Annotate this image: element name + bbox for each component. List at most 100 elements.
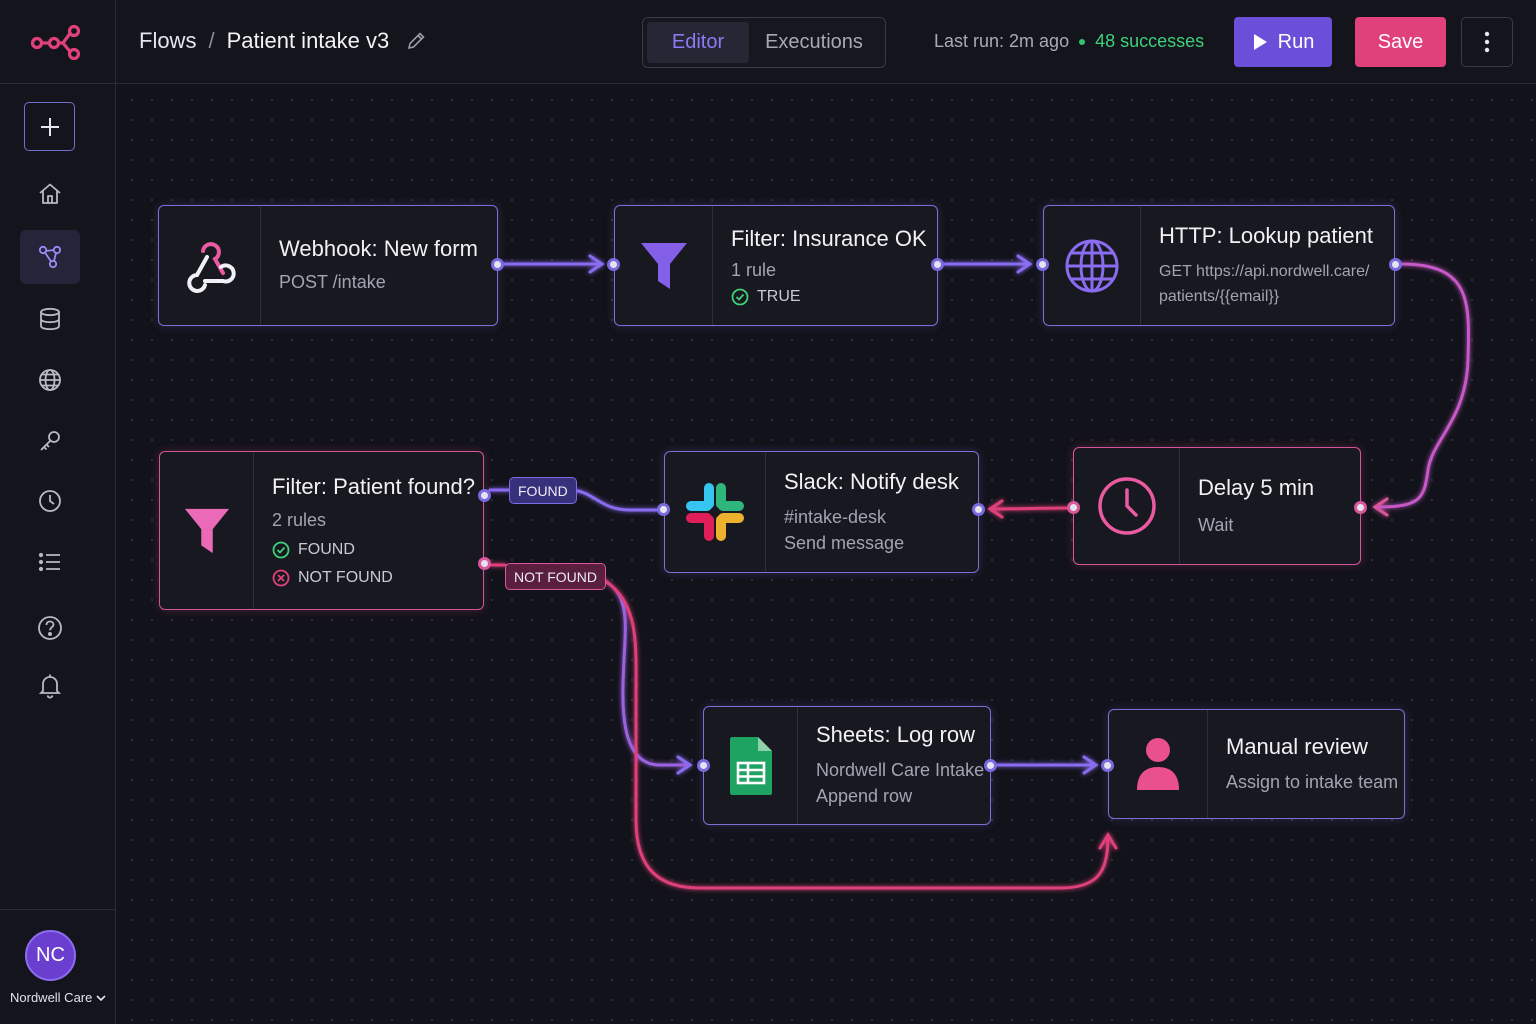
rule-label: TRUE <box>757 287 801 305</box>
node-slack-notify[interactable]: Slack: Notify desk #intake-desk Send mes… <box>664 451 979 573</box>
bell-icon <box>38 674 62 699</box>
sidebar-item-home[interactable] <box>20 167 80 221</box>
node-title: Manual review <box>1226 733 1368 759</box>
node-subtitle: Wait <box>1198 514 1234 535</box>
org-switcher[interactable]: Nordwell Care <box>10 990 106 1005</box>
node-icon-cell <box>1109 710 1208 818</box>
node-subtitle: 2 rules <box>272 510 327 530</box>
node-webhook[interactable]: Webhook: New form POST /intake <box>158 205 498 326</box>
node-title: HTTP: Lookup patient <box>1159 222 1374 248</box>
more-options-button[interactable] <box>1461 17 1513 67</box>
output-port-not-found[interactable] <box>478 557 491 570</box>
more-vertical-icon <box>1484 31 1490 53</box>
node-delay[interactable]: Delay 5 min Wait <box>1073 447 1361 565</box>
node-body: Filter: Insurance OK 1 rule TRUE <box>713 206 927 325</box>
globe-icon <box>1065 239 1119 292</box>
output-port[interactable] <box>984 759 997 772</box>
tab-editor[interactable]: Editor <box>647 22 749 63</box>
node-icon-cell <box>159 206 261 325</box>
node-channel: #intake-desk <box>784 506 887 527</box>
globe-icon <box>39 369 61 391</box>
add-node-button[interactable] <box>24 102 75 151</box>
output-port[interactable] <box>972 503 985 516</box>
avatar[interactable]: NC <box>25 930 76 981</box>
breadcrumb: Flows / Patient intake v3 <box>139 28 427 54</box>
tab-executions[interactable]: Executions <box>749 22 879 63</box>
flow-name: Patient intake v3 <box>226 28 390 53</box>
database-icon <box>40 307 60 331</box>
node-body: Slack: Notify desk #intake-desk Send mes… <box>766 452 959 572</box>
node-body: Delay 5 min Wait <box>1180 448 1314 564</box>
input-port[interactable] <box>607 258 620 271</box>
input-port[interactable] <box>697 759 710 772</box>
sidebar-item-history[interactable] <box>20 474 80 528</box>
node-body: Webhook: New form POST /intake <box>261 206 478 325</box>
run-status: Last run: 2m ago 48 successes <box>934 31 1204 52</box>
node-manual-review[interactable]: Manual review Assign to intake team <box>1108 709 1405 819</box>
node-subtitle: 1 rule <box>731 259 777 280</box>
edge-label-not-found[interactable]: NOT FOUND <box>505 563 606 590</box>
sidebar-item-notifications[interactable] <box>20 659 80 713</box>
home-icon <box>39 183 61 204</box>
successes-count: 48 successes <box>1095 31 1205 51</box>
node-sheets-log[interactable]: Sheets: Log row Nordwell Care Intake App… <box>703 706 991 825</box>
node-body: Filter: Patient found? 2 rules FOUND NOT… <box>254 452 475 609</box>
top-bar: Flows / Patient intake v3 Editor Executi… <box>0 0 1536 84</box>
edit-name-pencil-icon[interactable] <box>405 30 427 52</box>
sidebar-item-workflows[interactable] <box>20 230 80 284</box>
node-body: HTTP: Lookup patient GET https://api.nor… <box>1141 206 1373 325</box>
node-filter-insurance[interactable]: Filter: Insurance OK 1 rule TRUE <box>614 205 938 326</box>
node-title: Slack: Notify desk <box>784 468 959 494</box>
output-port[interactable] <box>1389 258 1402 271</box>
node-title: Filter: Patient found? <box>272 474 476 499</box>
webhook-icon <box>186 241 236 293</box>
app-logo[interactable] <box>0 0 116 84</box>
filter-funnel-icon <box>184 508 229 553</box>
sidebar-item-credentials[interactable] <box>20 414 80 468</box>
help-icon <box>38 616 62 640</box>
edge-label-found[interactable]: FOUND <box>509 477 577 504</box>
node-title: Webhook: New form <box>279 236 478 261</box>
node-action: Send message <box>784 532 905 553</box>
sidebar: NC Nordwell Care <box>0 84 116 1024</box>
filter-funnel-icon <box>640 242 687 289</box>
node-url-line-2: patients/{{email}} <box>1159 287 1280 305</box>
logo-icon <box>30 24 80 61</box>
save-button[interactable]: Save <box>1355 17 1446 67</box>
last-run-text: Last run: 2m ago <box>934 31 1070 51</box>
rule-found: FOUND <box>272 541 475 559</box>
chevron-down-icon <box>96 994 106 1001</box>
node-subtitle: Assign to intake team <box>1226 771 1399 792</box>
node-title: Sheets: Log row <box>816 722 975 747</box>
output-port[interactable] <box>491 258 504 271</box>
output-port-found[interactable] <box>478 489 491 502</box>
sidebar-item-logs[interactable] <box>20 535 80 589</box>
slack-icon <box>686 483 744 541</box>
sidebar-item-help[interactable] <box>20 601 80 655</box>
app-window: Flows / Patient intake v3 Editor Executi… <box>0 0 1536 1024</box>
x-circle-icon <box>272 569 290 587</box>
account-area: NC Nordwell Care <box>0 909 116 1024</box>
input-port[interactable] <box>1354 501 1367 514</box>
sidebar-item-database[interactable] <box>20 292 80 346</box>
sidebar-item-integrations[interactable] <box>20 353 80 407</box>
rule-not-found: NOT FOUND <box>272 569 475 587</box>
breadcrumb-flows-link[interactable]: Flows <box>139 28 196 54</box>
input-port[interactable] <box>1101 759 1114 772</box>
output-port[interactable] <box>1067 501 1080 514</box>
output-port[interactable] <box>931 258 944 271</box>
list-icon <box>38 552 60 572</box>
input-port[interactable] <box>657 503 670 516</box>
node-filter-patient-found[interactable]: Filter: Patient found? 2 rules FOUND NOT… <box>159 451 484 610</box>
node-http-lookup[interactable]: HTTP: Lookup patient GET https://api.nor… <box>1043 205 1395 326</box>
node-icon-cell <box>665 452 766 572</box>
input-port[interactable] <box>1036 258 1049 271</box>
clock-icon <box>39 490 61 512</box>
run-button[interactable]: Run <box>1234 17 1332 67</box>
rule-label: NOT FOUND <box>298 569 393 586</box>
view-tabs: Editor Executions <box>642 17 886 68</box>
breadcrumb-separator: / <box>208 28 215 53</box>
org-name: Nordwell Care <box>10 990 93 1005</box>
node-icon-cell <box>704 707 798 824</box>
run-button-label: Run <box>1277 30 1315 53</box>
